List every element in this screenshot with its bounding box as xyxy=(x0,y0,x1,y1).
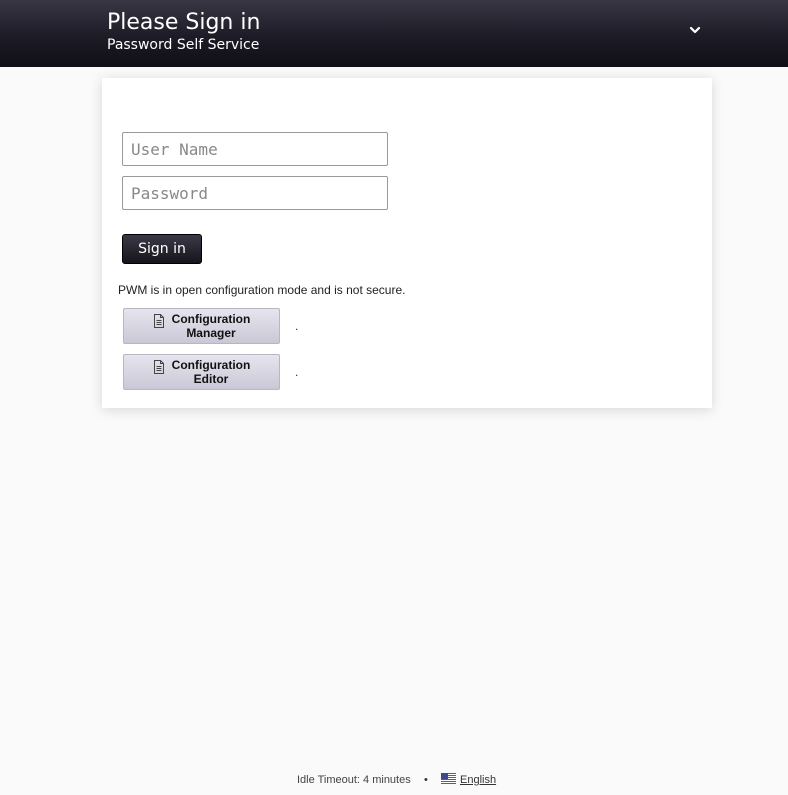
button-label-line2: Manager xyxy=(186,326,236,340)
document-icon xyxy=(154,314,164,328)
top-header: Please Sign in Password Self Service xyxy=(0,0,788,67)
button-label-line1: Configuration xyxy=(171,358,251,372)
footer: Idle Timeout: 4 minutes • English xyxy=(0,772,788,788)
us-flag-icon[interactable] xyxy=(441,773,456,784)
button-label-line1: Configuration xyxy=(171,312,251,326)
chevron-down-icon xyxy=(689,26,701,34)
config-mode-notice: PWM is in open configuration mode and is… xyxy=(118,283,406,297)
app-subtitle: Password Self Service xyxy=(107,37,260,53)
password-field[interactable] xyxy=(122,176,388,210)
language-link[interactable]: English xyxy=(460,774,496,786)
configuration-editor-button[interactable]: Configuration Editor xyxy=(123,354,280,390)
page-title: Please Sign in xyxy=(107,10,261,35)
footer-separator: • xyxy=(424,774,428,786)
button-label-line2: Editor xyxy=(193,372,229,386)
document-icon xyxy=(154,360,164,374)
trailing-dot: . xyxy=(295,319,299,333)
trailing-dot: . xyxy=(295,365,299,379)
idle-timeout: Idle Timeout: 4 minutes xyxy=(297,774,411,786)
configuration-manager-label: Configuration Manager xyxy=(166,312,256,340)
header-menu-button[interactable] xyxy=(684,20,706,42)
login-panel: Sign in PWM is in open configuration mod… xyxy=(102,78,712,408)
sign-in-button[interactable]: Sign in xyxy=(122,234,202,264)
configuration-editor-label: Configuration Editor xyxy=(166,358,256,386)
configuration-manager-button[interactable]: Configuration Manager xyxy=(123,308,280,344)
username-field[interactable] xyxy=(122,132,388,166)
